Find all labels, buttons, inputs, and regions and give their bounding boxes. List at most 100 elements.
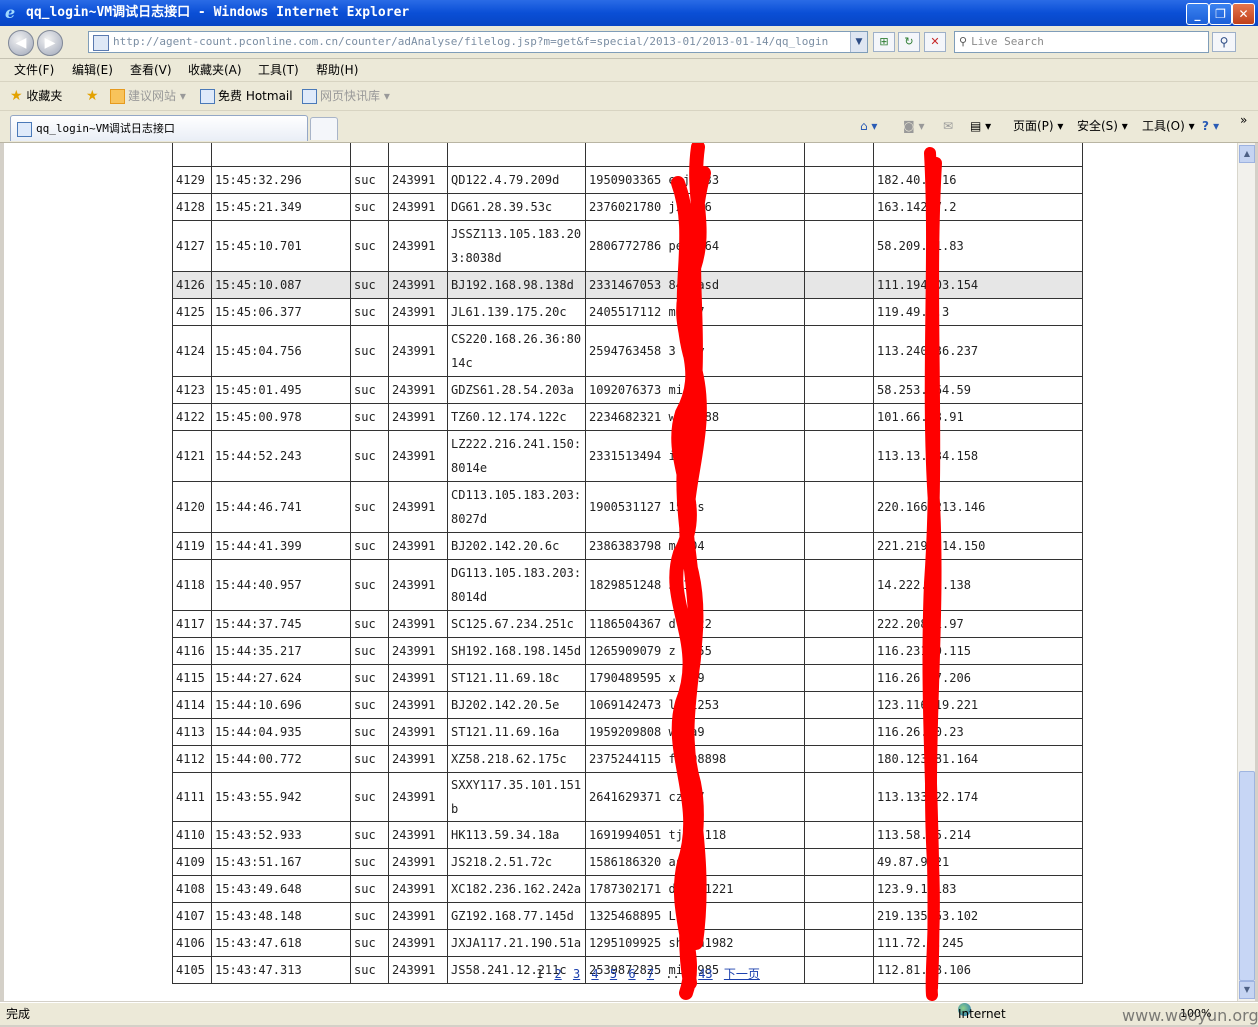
table-cell-code: 243991: [388, 325, 448, 377]
menu-favorites[interactable]: 收藏夹(A): [188, 59, 242, 81]
cell-qq-text: 2331513494 i 16: [589, 449, 698, 463]
table-cell-code: 243991: [388, 166, 448, 194]
hotmail-link[interactable]: 免费 Hotmail: [200, 82, 293, 110]
menu-tools[interactable]: 工具(T): [258, 59, 299, 81]
table-cell-status: suc: [350, 325, 389, 377]
table-row: [172, 143, 1083, 167]
cell-time-text: 15:43:48.148: [215, 909, 302, 923]
table-cell-blank: [804, 220, 874, 272]
table-cell-id: 4113: [172, 718, 212, 746]
window-title: qq_login~VM调试日志接口 - Windows Internet Exp…: [26, 5, 410, 20]
menu-edit[interactable]: 编辑(E): [72, 59, 113, 81]
home-button[interactable]: ⌂ ▾: [860, 111, 877, 142]
pager-link-5[interactable]: 5: [610, 967, 617, 981]
table-cell-status: [350, 143, 389, 167]
new-tab-button[interactable]: [310, 117, 338, 140]
pager-link-2[interactable]: 2: [554, 967, 561, 981]
cell-id-text: 4107: [176, 909, 205, 923]
help-button[interactable]: ? ▾: [1202, 111, 1219, 142]
table-cell-code: 243991: [388, 929, 448, 957]
minimize-button[interactable]: _: [1186, 3, 1209, 25]
cell-qq-text: 2234682321 w ma188: [589, 410, 720, 424]
cell-qq-text: 2806772786 pe 7564: [589, 239, 720, 253]
table-cell-code: 243991: [388, 403, 448, 431]
menu-view[interactable]: 查看(V): [130, 59, 172, 81]
safety-menu-button[interactable]: 安全(S) ▾: [1077, 111, 1128, 142]
cell-qq-text: 1325468895 LO 56: [589, 909, 705, 923]
menu-file[interactable]: 文件(F): [14, 59, 54, 81]
scroll-thumb[interactable]: [1239, 771, 1255, 981]
cell-code-text: 243991: [392, 644, 436, 658]
cell-qq-text: 2386383798 mi 04: [589, 539, 705, 553]
refresh-button[interactable]: ↻: [898, 32, 920, 52]
table-cell-status: suc: [350, 929, 389, 957]
table-cell-status: suc: [350, 610, 389, 638]
cell-status-text: suc: [354, 578, 376, 592]
print-button[interactable]: ▤ ▾: [970, 111, 991, 142]
cell-status-text: suc: [354, 790, 376, 804]
cell-status-text: suc: [354, 671, 376, 685]
back-button[interactable]: ◀: [8, 30, 34, 56]
pager-link-3[interactable]: 3: [573, 967, 580, 981]
read-mail-button[interactable]: ✉: [943, 111, 953, 142]
cell-src-text: JS218.2.51.72c: [451, 855, 553, 869]
table-cell-ip: 111.194 03.154: [873, 271, 1083, 299]
table-cell-id: 4106: [172, 929, 212, 957]
title-bar: e qq_login~VM调试日志接口 - Windows Internet E…: [0, 0, 1258, 26]
vertical-scrollbar[interactable]: ▲ ▼: [1237, 143, 1255, 1001]
page-menu-button[interactable]: 页面(P) ▾: [1013, 111, 1063, 142]
cell-ip-text: 180.123 81.164: [877, 752, 979, 766]
cell-ip-text: 101.66. 3.91: [877, 410, 964, 424]
favorites-button[interactable]: ★ 收藏夹: [10, 82, 62, 110]
cell-ip-text: 220.166 213.146: [877, 500, 986, 514]
tools-menu-button[interactable]: 工具(O) ▾: [1142, 111, 1195, 142]
pager-link-6[interactable]: 6: [628, 967, 635, 981]
scroll-up-button[interactable]: ▲: [1239, 145, 1255, 163]
table-cell-src: [447, 143, 586, 167]
feeds-button[interactable]: ◙ ▾: [903, 111, 924, 142]
pager-link-last[interactable]: 43: [698, 967, 712, 981]
address-dropdown-button[interactable]: ▼: [850, 32, 867, 52]
maximize-button[interactable]: ❐: [1209, 3, 1232, 25]
more-commands-button[interactable]: »: [1240, 105, 1247, 136]
search-button[interactable]: ⚲: [1212, 32, 1236, 52]
cell-time-text: 15:43:47.313: [215, 963, 302, 977]
add-favorite-icon[interactable]: ★: [86, 82, 99, 110]
cell-qq-text: 2376021780 jx 676: [589, 200, 712, 214]
table-cell-ip: 49.87.9 21: [873, 848, 1083, 876]
compatibility-view-button[interactable]: ⊞: [873, 32, 895, 52]
stop-button[interactable]: ✕: [924, 32, 946, 52]
cell-qq-text: 1787302171 da 861221: [589, 882, 734, 896]
menu-help[interactable]: 帮助(H): [316, 59, 358, 81]
pager-next[interactable]: 下一页: [724, 967, 760, 981]
table-cell-blank: [804, 664, 874, 692]
tab-active[interactable]: qq_login~VM调试日志接口: [10, 115, 308, 141]
table-cell-id: 4129: [172, 166, 212, 194]
cell-id-text: 4115: [176, 671, 205, 685]
table-cell-src: DG61.28.39.53c: [447, 193, 586, 221]
table-cell-blank: [804, 875, 874, 903]
search-input[interactable]: ⚲ Live Search: [954, 31, 1209, 53]
table-cell-code: 243991: [388, 376, 448, 404]
close-button[interactable]: ✕: [1232, 3, 1255, 25]
page-content: 4129 15:45:32.296 suc 243991 QD122.4.79.209d…: [4, 143, 1237, 1001]
table-cell-src: SXXY117.35.101.151b: [447, 772, 586, 822]
table-cell-src: GDZS61.28.54.203a: [447, 376, 586, 404]
table-cell-ip: 182.40. .16: [873, 166, 1083, 194]
table-cell-ip: 220.166 213.146: [873, 481, 1083, 533]
address-bar[interactable]: http://agent-count.pconline.com.cn/count…: [88, 31, 868, 53]
cell-status-text: suc: [354, 909, 376, 923]
forward-button[interactable]: ▶: [37, 30, 63, 56]
pager-link-4[interactable]: 4: [591, 967, 598, 981]
table-cell-id: 4123: [172, 376, 212, 404]
table-row: 4117 15:44:37.745 suc 243991 SC125.67.234.25…: [172, 610, 1083, 638]
cell-code-text: 243991: [392, 617, 436, 631]
suggested-sites-button[interactable]: 建议网站 ▾: [110, 82, 186, 110]
scroll-down-button[interactable]: ▼: [1239, 981, 1255, 999]
table-cell-time: 15:44:04.935: [211, 718, 351, 746]
table-cell-ip: 113.58. 5.214: [873, 821, 1083, 849]
table-row: 4128 15:45:21.349 suc 243991 DG61.28.39.53c 2…: [172, 193, 1083, 221]
table-cell-code: 243991: [388, 430, 448, 482]
web-slice-gallery-button[interactable]: 网页快讯库 ▾: [302, 82, 390, 110]
pager-link-7[interactable]: 7: [647, 967, 654, 981]
